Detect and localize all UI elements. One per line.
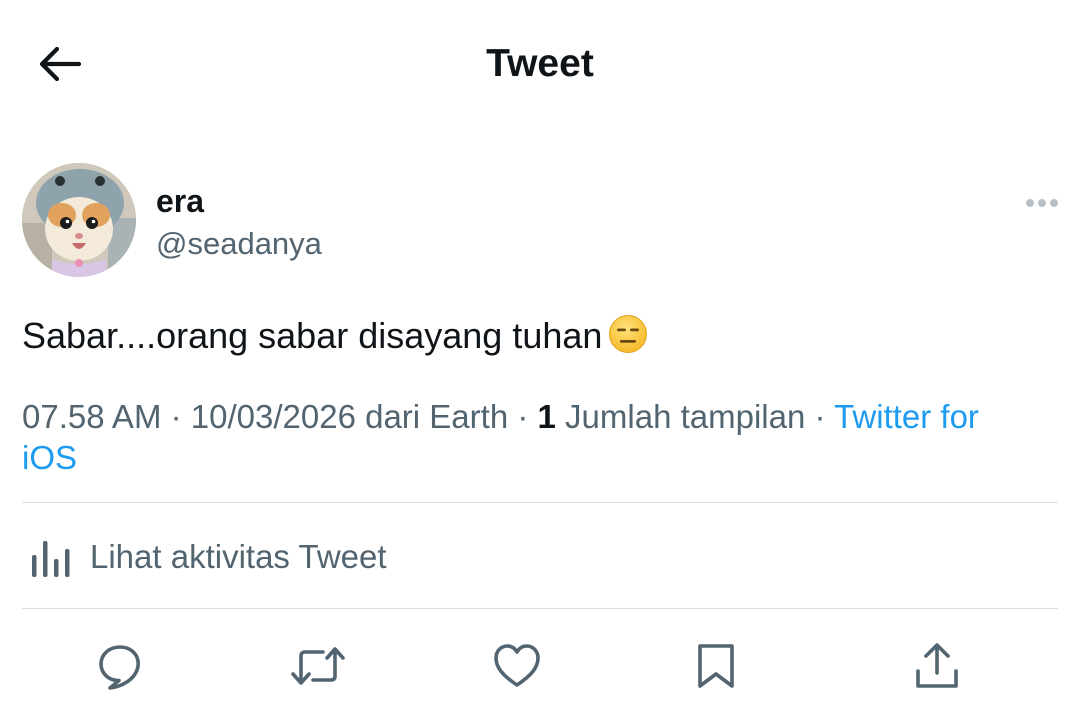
display-name[interactable]: era xyxy=(156,183,204,220)
like-button[interactable] xyxy=(487,636,547,696)
cat-avatar-icon xyxy=(22,163,136,277)
views-count: 1 xyxy=(537,398,556,435)
bar-chart-icon xyxy=(32,541,70,577)
retweet-icon xyxy=(291,647,345,685)
tweet-text: Sabar....orang sabar disayang tuhan xyxy=(22,308,1052,359)
tweet-location: dari Earth xyxy=(355,398,509,435)
like-icon xyxy=(494,644,540,687)
meta-separator: · xyxy=(805,398,835,435)
user-handle[interactable]: @seadanya xyxy=(156,226,322,262)
more-dots-icon xyxy=(1026,199,1034,207)
tweet-meta: 07.58 AM · 10/03/2026 dari Earth · 1 Jum… xyxy=(22,396,1032,478)
divider xyxy=(22,608,1058,609)
tweet-time: 07.58 AM xyxy=(22,398,162,435)
reply-icon xyxy=(99,645,140,690)
bookmark-icon xyxy=(698,644,734,688)
more-dots-icon xyxy=(1038,199,1046,207)
view-activity-button[interactable]: Lihat aktivitas Tweet xyxy=(22,526,522,588)
tweet-detail-screen: Tweet era @seadanya Sabar....orang sabar… xyxy=(0,0,1080,719)
tweet-author: era @seadanya xyxy=(22,163,1062,279)
view-activity-label: Lihat aktivitas Tweet xyxy=(90,538,387,575)
header: Tweet xyxy=(0,0,1080,128)
retweet-button[interactable] xyxy=(288,636,348,696)
views-label: Jumlah tampilan xyxy=(555,398,806,435)
tweet-date: 10/03/2026 xyxy=(190,398,356,435)
meta-separator: · xyxy=(161,398,191,435)
page-title: Tweet xyxy=(486,42,594,85)
divider xyxy=(22,502,1058,503)
avatar[interactable] xyxy=(22,163,136,277)
more-options-button[interactable] xyxy=(1022,191,1062,215)
tweet-action-bar xyxy=(0,628,1080,708)
tweet-text-content: Sabar....orang sabar disayang tuhan xyxy=(22,315,603,356)
share-icon xyxy=(916,643,958,688)
expressionless-face-emoji-icon xyxy=(609,315,648,353)
more-dots-icon xyxy=(1050,199,1058,207)
share-button[interactable] xyxy=(907,636,967,696)
meta-separator: · xyxy=(508,398,538,435)
bookmark-button[interactable] xyxy=(686,636,746,696)
reply-button[interactable] xyxy=(90,636,150,696)
